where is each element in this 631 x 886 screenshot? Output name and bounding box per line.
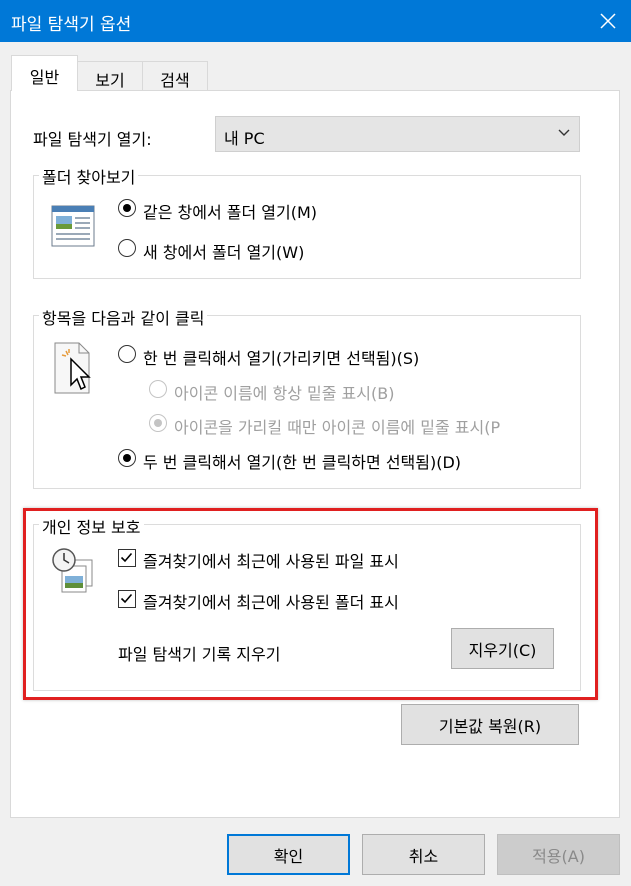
open-explorer-value: 내 PC [224, 129, 265, 148]
title-bar: 파일 탐색기 옵션 [0, 0, 631, 42]
apply-button[interactable]: 적용(A) [497, 834, 620, 875]
restore-defaults-button[interactable]: 기본값 복원(R) [401, 704, 579, 745]
window-title: 파일 탐색기 옵션 [11, 15, 132, 35]
folder-window-icon [51, 205, 95, 247]
new-window-label[interactable]: 새 창에서 폴더 열기(W) [143, 239, 304, 263]
radio-same-window[interactable] [118, 199, 136, 217]
browse-folders-legend: 폴더 찾아보기 [39, 164, 139, 188]
tab-search[interactable]: 검색 [142, 61, 208, 90]
radio-double-click[interactable] [118, 449, 136, 467]
tab-view-label: 보기 [95, 71, 125, 90]
restore-defaults-label: 기본값 복원(R) [438, 716, 542, 736]
radio-single-click[interactable] [118, 345, 136, 363]
underline-always-label[interactable]: 아이콘 이름에 항상 밑줄 표시(B) [174, 380, 394, 404]
radio-underline-hover[interactable] [149, 414, 167, 432]
highlight-box [23, 508, 598, 700]
close-icon [600, 13, 616, 29]
same-window-label[interactable]: 같은 창에서 폴더 열기(M) [143, 199, 317, 223]
tab-view[interactable]: 보기 [77, 61, 143, 90]
radio-new-window[interactable] [118, 239, 136, 257]
open-explorer-dropdown[interactable]: 내 PC [215, 116, 580, 152]
apply-button-label: 적용(A) [532, 846, 585, 866]
pointer-document-icon [54, 342, 91, 394]
tab-general[interactable]: 일반 [11, 55, 78, 91]
browse-folders-group [33, 175, 581, 279]
underline-hover-label[interactable]: 아이콘을 가리킬 때만 아이콘 이름에 밑줄 표시(P [174, 414, 563, 438]
chevron-down-icon [558, 129, 570, 136]
open-explorer-label: 파일 탐색기 열기: [33, 130, 152, 149]
tab-general-label: 일반 [29, 68, 60, 87]
double-click-label[interactable]: 두 번 클릭해서 열기(한 번 클릭하면 선택됨)(D) [143, 449, 461, 473]
ok-button[interactable]: 확인 [227, 834, 350, 875]
close-button[interactable] [585, 0, 631, 42]
radio-underline-always[interactable] [149, 380, 167, 398]
cancel-button[interactable]: 취소 [362, 834, 485, 875]
click-items-legend: 항목을 다음과 같이 클릭 [39, 305, 208, 329]
tab-search-label: 검색 [160, 71, 190, 90]
single-click-label[interactable]: 한 번 클릭해서 열기(가리키면 선택됨)(S) [143, 345, 419, 369]
ok-button-label: 확인 [273, 846, 304, 866]
cancel-button-label: 취소 [408, 846, 439, 866]
